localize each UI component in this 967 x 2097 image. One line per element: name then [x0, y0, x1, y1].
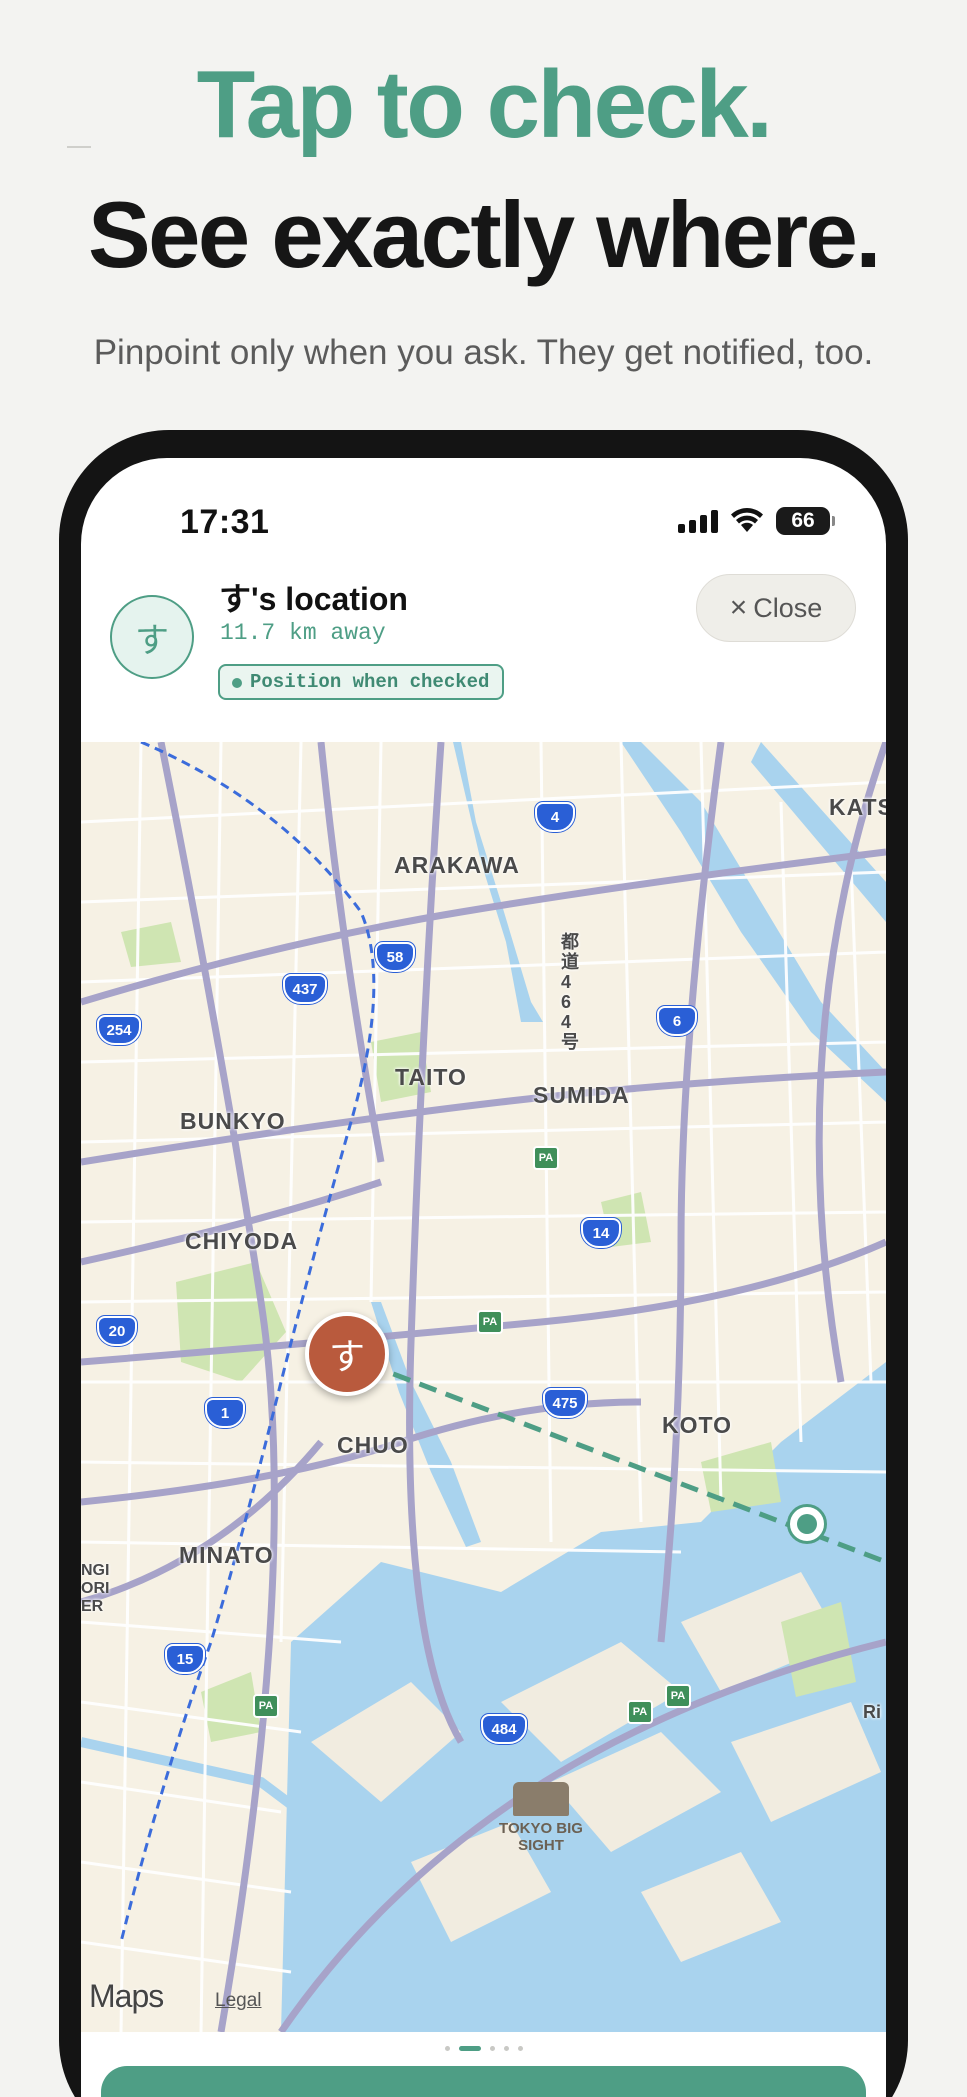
battery-icon: 66 [776, 507, 835, 535]
map-label-chuo: CHUO [337, 1432, 409, 1458]
apple-maps-attribution[interactable]: Maps [89, 1978, 164, 2015]
map-label-koto: KOTO [662, 1412, 733, 1438]
phone-screen: 17:31 66 す す's location 11.7 km away Pos… [81, 458, 886, 2097]
route-shield-475: 475 [543, 1388, 587, 1418]
legal-link[interactable]: Legal [215, 1990, 262, 2012]
close-button-label: Close [753, 592, 823, 623]
status-bar: 17:31 66 [81, 458, 886, 548]
headline-primary: Tap to check. [196, 51, 773, 158]
location-distance: 11.7 km away [220, 620, 386, 646]
map-label-chiyoda: CHIYODA [185, 1228, 299, 1254]
page-indicator [81, 2040, 886, 2056]
location-title: す's location [219, 581, 408, 617]
map-label-bunkyo: BUNKYO [180, 1108, 286, 1134]
page-dot[interactable] [503, 2045, 509, 2051]
map-label-edge-left: NGI ORI ER [81, 1562, 110, 1615]
poi-tokyo-big-sight[interactable]: TOKYO BIG SIGHT [481, 1782, 601, 1854]
my-location-pin[interactable] [787, 1504, 827, 1544]
subheadline: Pinpoint only when you ask. They get not… [93, 333, 874, 372]
map-label-road-464: 都道464号 [561, 932, 579, 1052]
battery-percentage: 66 [791, 509, 815, 532]
rest-area-marker: PA [627, 1700, 653, 1724]
wifi-icon [731, 508, 763, 532]
contact-avatar: す [110, 595, 194, 679]
route-shield-437: 437 [283, 974, 327, 1004]
map-label-minato: MINATO [179, 1542, 274, 1568]
map-view[interactable]: ARAKAWA TAITO SUMIDA BUNKYO CHIYODA CHUO… [81, 742, 886, 2032]
position-status-badge: Position when checked [218, 664, 505, 700]
rest-area-marker: PA [665, 1684, 691, 1708]
map-label-kats: KATS [829, 794, 886, 820]
close-button[interactable]: × Close [696, 574, 856, 642]
map-label-edge-right: Ri [863, 1702, 881, 1722]
map-label-arakawa: ARAKAWA [394, 852, 520, 878]
status-time: 17:31 [180, 503, 270, 541]
rest-area-marker: PA [533, 1146, 559, 1170]
landmark-icon [513, 1782, 569, 1816]
contact-location-pin[interactable]: す [305, 1312, 389, 1396]
cellular-signal-icon [678, 509, 718, 533]
map-label-taito: TAITO [395, 1064, 467, 1090]
primary-action-button[interactable] [101, 2066, 866, 2097]
rest-area-marker: PA [253, 1694, 279, 1718]
page-dot[interactable] [444, 2045, 450, 2051]
map-label-sumida: SUMIDA [533, 1082, 630, 1108]
page-dot[interactable] [489, 2045, 495, 2051]
page-dot[interactable] [517, 2045, 523, 2051]
close-icon: × [729, 591, 748, 624]
page-dot-active[interactable] [458, 2045, 481, 2051]
route-shield-484: 484 [481, 1714, 527, 1744]
headline-secondary: See exactly where. [87, 182, 882, 287]
route-shield-254: 254 [97, 1015, 141, 1045]
status-icons: 66 [678, 507, 835, 535]
rest-area-marker: PA [477, 1310, 503, 1334]
